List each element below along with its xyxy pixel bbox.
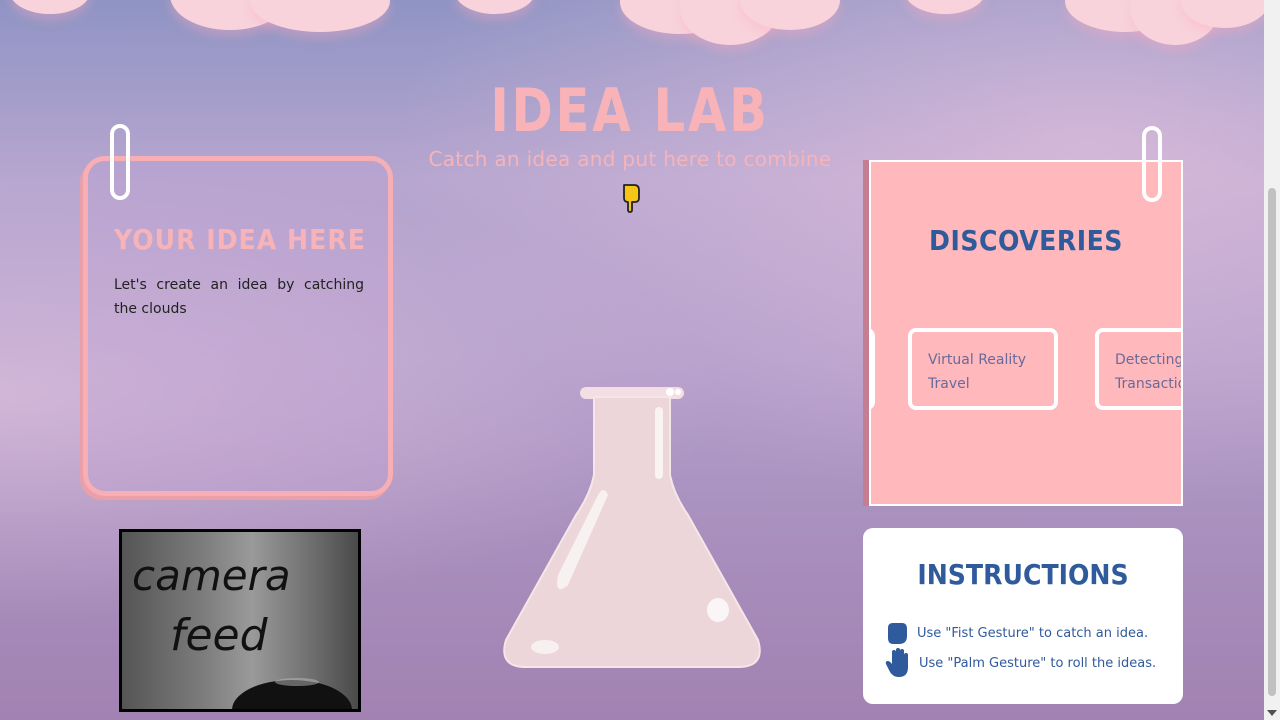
scroll-down-arrow-icon[interactable] — [1267, 710, 1277, 716]
idea-card-heading: YOUR IDEA HERE — [114, 223, 366, 256]
instructions-heading: INSTRUCTIONS — [917, 558, 1129, 591]
page-title: IDEA LAB — [490, 76, 770, 146]
discoveries-heading: DISCOVERIES — [929, 224, 1123, 257]
scrollbar-thumb[interactable] — [1268, 188, 1276, 696]
instruction-fist: Use "Fist Gesture" to catch an idea. — [885, 620, 1148, 646]
page-subtitle: Catch an idea and put here to combine — [428, 147, 832, 171]
discovery-item[interactable]: Virtual Reality Travel — [908, 328, 1058, 410]
paperclip-icon — [110, 124, 130, 200]
fist-icon — [888, 623, 907, 644]
discoveries-panel: DISCOVERIES Virtual Reality Travel Detec… — [869, 160, 1183, 506]
discoveries-carousel[interactable]: Virtual Reality Travel Detecting Transac… — [871, 328, 1181, 416]
palm-icon — [885, 648, 908, 677]
camera-label-line2: feed — [170, 610, 269, 661]
discovery-item[interactable]: Detecting Transactions — [1095, 328, 1181, 410]
instruction-palm: Use "Palm Gesture" to roll the ideas. — [885, 648, 1156, 678]
camera-label-line1: camera — [132, 551, 291, 600]
camera-feed-image: camera feed — [132, 551, 352, 709]
paperclip-icon — [1142, 126, 1162, 202]
idea-card-text: Let's create an idea by catching the clo… — [114, 277, 364, 317]
flask-icon — [503, 387, 761, 668]
cloud-border — [0, 0, 1270, 50]
page-scrollbar[interactable] — [1264, 0, 1280, 720]
discovery-item[interactable] — [871, 328, 875, 410]
idea-drop-zone[interactable]: YOUR IDEA HERE Let's create an idea by c… — [83, 156, 393, 496]
camera-feed: camera feed — [119, 529, 361, 712]
instructions-panel: INSTRUCTIONS Use "Fist Gesture" to catch… — [863, 528, 1183, 704]
hand-cursor-icon — [623, 184, 640, 213]
